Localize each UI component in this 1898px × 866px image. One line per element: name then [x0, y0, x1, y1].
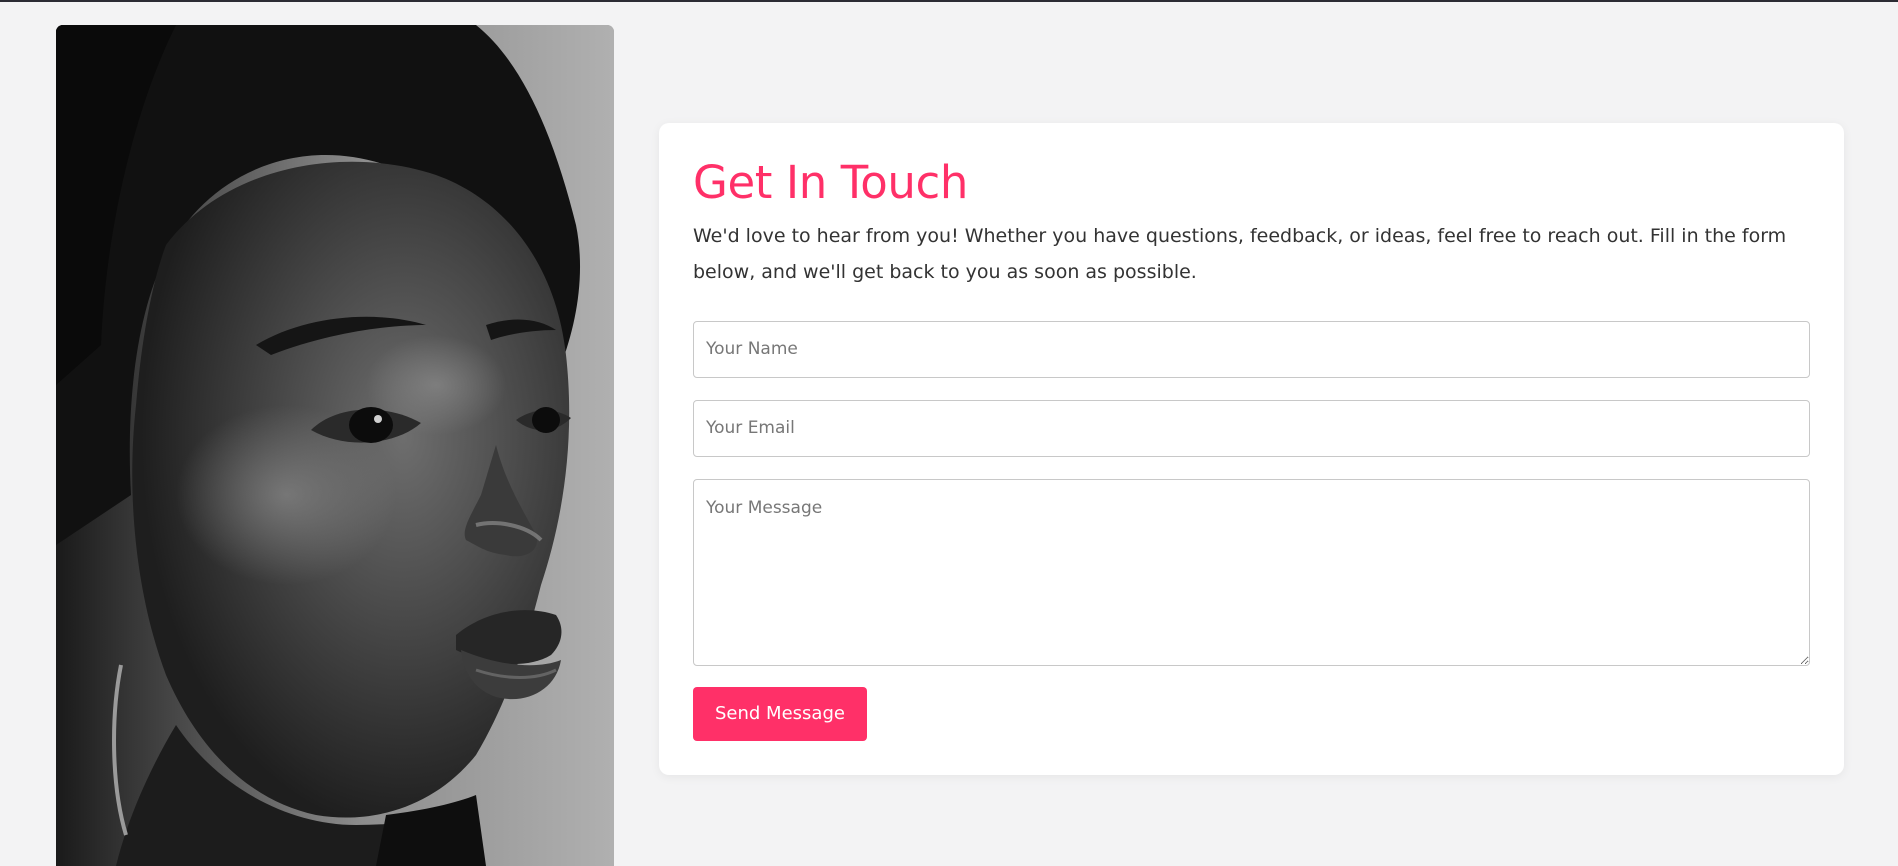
contact-intro-text: We'd love to hear from you! Whether you … [693, 224, 1787, 283]
message-textarea[interactable] [693, 478, 1810, 666]
contact-card: Get In Touch We'd love to hear from you!… [659, 123, 1844, 775]
send-message-button[interactable]: Send Message [693, 686, 867, 741]
portrait-photo [56, 25, 614, 866]
name-input[interactable] [693, 320, 1810, 378]
email-input[interactable] [693, 399, 1810, 457]
contact-title: Get In Touch [693, 156, 968, 209]
top-border [0, 0, 1898, 2]
portrait-photo-graphic [56, 25, 614, 866]
